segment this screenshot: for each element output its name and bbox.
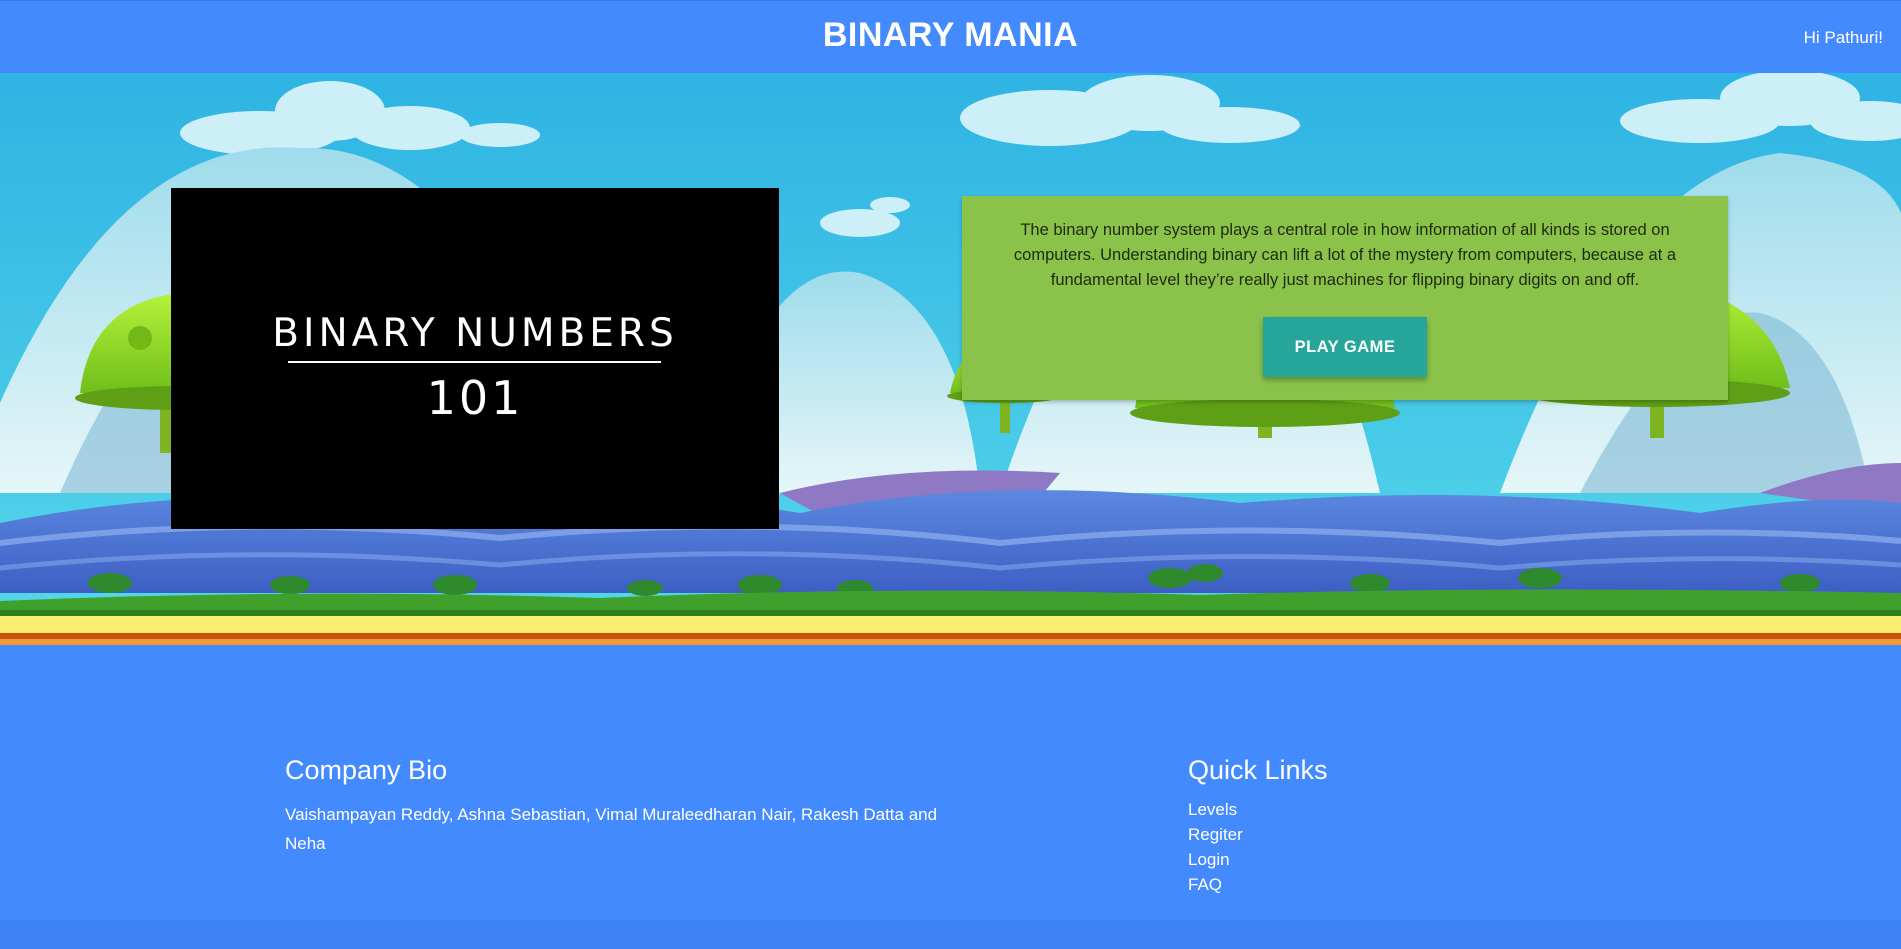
list-item: FAQ [1188,875,1488,900]
faq-link[interactable]: FAQ [1188,875,1222,894]
quick-links-list: Levels Regiter Login FAQ [1188,800,1488,900]
company-bio-section: Company Bio Vaishampayan Reddy, Ashna Se… [285,755,945,858]
quick-links-section: Quick Links Levels Regiter Login FAQ [1188,755,1488,900]
video-thumbnail[interactable]: BINARY NUMBERS 101 [171,188,779,529]
binary-description: The binary number system plays a central… [1013,221,1677,289]
footer-bottom-bar [0,920,1901,949]
info-card: The binary number system plays a central… [962,196,1728,400]
login-link[interactable]: Login [1188,850,1230,869]
list-item: Login [1188,850,1488,875]
play-game-button[interactable]: PLAY GAME [1263,317,1427,377]
site-title[interactable]: BINARY MANIA [0,16,1901,55]
list-item: Levels [1188,800,1488,825]
company-bio-text: Vaishampayan Reddy, Ashna Sebastian, Vim… [285,805,938,853]
register-link[interactable]: Regiter [1188,825,1243,844]
top-navbar: BINARY MANIA Hi Pathuri! [0,0,1901,73]
video-title: BINARY NUMBERS [272,311,678,356]
video-number: 101 [426,371,524,425]
levels-link[interactable]: Levels [1188,800,1237,819]
company-bio-heading: Company Bio [285,755,448,785]
quick-links-heading: Quick Links [1188,755,1328,785]
hero-section: BINARY NUMBERS 101 The binary number sys… [0,73,1901,645]
list-item: Regiter [1188,825,1488,850]
video-title-underline [288,361,661,363]
page-footer: Company Bio Vaishampayan Reddy, Ashna Se… [0,645,1901,920]
user-greeting[interactable]: Hi Pathuri! [1804,28,1883,48]
